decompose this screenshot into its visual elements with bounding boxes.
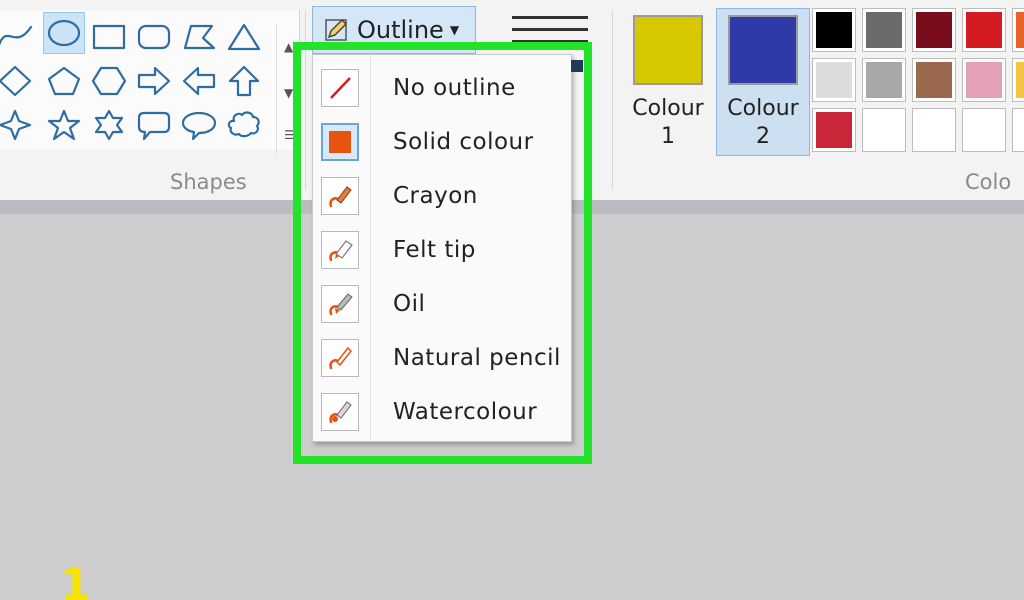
curve-shape-button[interactable]: [0, 16, 36, 58]
palette-colour-swatch[interactable]: [812, 58, 856, 102]
colours-group-label: Colo: [965, 170, 1012, 194]
ellipse-shape-button[interactable]: [43, 12, 85, 54]
cloud-callout-icon: [227, 111, 260, 138]
triangle-shape-button[interactable]: [223, 16, 265, 58]
up-arrow-icon: [228, 65, 260, 97]
curve-icon: [0, 25, 33, 46]
six-point-star-shape-button[interactable]: [88, 104, 130, 146]
palette-colour-swatch[interactable]: [912, 8, 956, 52]
palette-colour-swatch[interactable]: [812, 8, 856, 52]
palette-colour-swatch[interactable]: [962, 108, 1006, 152]
diamond-shape-button[interactable]: [0, 60, 36, 102]
step-number: 1: [60, 560, 91, 600]
hexagon-icon: [91, 66, 127, 96]
palette-colour-swatch[interactable]: [862, 58, 906, 102]
six-point-star-icon: [94, 109, 124, 141]
oval-callout-icon: [181, 111, 217, 141]
scroll-down-icon[interactable]: ▼: [284, 86, 293, 100]
right-arrow-icon: [137, 66, 171, 96]
colour-2-swatch: [728, 15, 798, 85]
five-point-star-shape-button[interactable]: [43, 104, 85, 146]
four-point-star-shape-button[interactable]: [0, 104, 36, 146]
colour-2-button[interactable]: Colour 2: [716, 8, 810, 156]
shapes-gallery: ▲ ▼ ☰: [0, 10, 300, 154]
palette-colour-swatch[interactable]: [812, 108, 856, 152]
diamond-icon: [0, 65, 32, 97]
palette-colour-swatch[interactable]: [912, 108, 956, 152]
paint-window: ▲ ▼ ☰ Shapes Outline ▼ Colour 1 Colour 2…: [0, 0, 1024, 600]
highlight-box: [293, 42, 592, 464]
rectangle-icon: [92, 24, 126, 50]
triangle-icon: [227, 23, 261, 51]
rounded-callout-shape-button[interactable]: [133, 104, 175, 146]
up-arrow-shape-button[interactable]: [223, 60, 265, 102]
five-point-star-icon: [47, 109, 81, 141]
colour-1-label: Colour 1: [632, 96, 704, 149]
scroll-up-icon[interactable]: ▲: [284, 40, 293, 54]
polygon-shape-button[interactable]: [178, 16, 220, 58]
oval-callout-shape-button[interactable]: [178, 104, 220, 146]
palette-colour-swatch[interactable]: [912, 58, 956, 102]
chevron-down-icon: ▼: [449, 23, 460, 37]
pencil-icon: [325, 18, 348, 41]
rounded-rectangle-shape-button[interactable]: [133, 16, 175, 58]
left-arrow-icon: [182, 66, 216, 96]
rectangle-shape-button[interactable]: [88, 16, 130, 58]
palette-colour-swatch[interactable]: [862, 108, 906, 152]
palette-colour-swatch[interactable]: [862, 8, 906, 52]
left-arrow-shape-button[interactable]: [178, 60, 220, 102]
size-button[interactable]: [512, 14, 588, 44]
ellipse-icon: [47, 19, 81, 47]
colour-2-label: Colour 2: [727, 96, 799, 149]
pentagon-icon: [47, 66, 81, 96]
rounded-callout-icon: [137, 111, 171, 141]
palette-colour-swatch[interactable]: [1012, 58, 1024, 102]
palette-colour-swatch[interactable]: [962, 58, 1006, 102]
colour-1-button[interactable]: Colour 1: [626, 8, 710, 156]
right-arrow-shape-button[interactable]: [133, 60, 175, 102]
polygon-icon: [183, 24, 216, 50]
four-point-star-icon: [0, 109, 32, 141]
palette-colour-swatch[interactable]: [1012, 108, 1024, 152]
cloud-callout-shape-button[interactable]: [223, 104, 265, 146]
palette-colour-swatch[interactable]: [962, 8, 1006, 52]
outline-button-label: Outline: [357, 16, 444, 44]
size-group-divider: [612, 10, 613, 190]
palette-colour-swatch[interactable]: [1012, 8, 1024, 52]
shapes-group-label: Shapes: [170, 170, 247, 194]
hexagon-shape-button[interactable]: [88, 60, 130, 102]
colour-1-swatch: [633, 15, 703, 85]
rounded-rectangle-icon: [137, 24, 171, 50]
pentagon-shape-button[interactable]: [43, 60, 85, 102]
